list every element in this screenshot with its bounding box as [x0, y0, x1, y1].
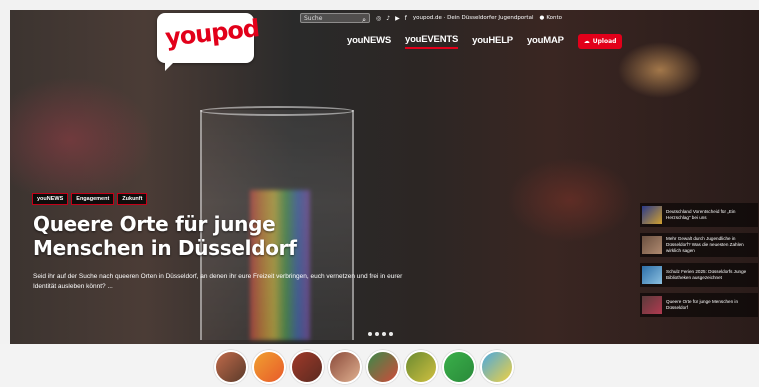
search-icon[interactable]: ⌕: [362, 15, 366, 25]
page: Suche ⌕ ◎ ♪ ▶ f youpod.de · Dein Düsseld…: [0, 0, 759, 387]
cloud-upload-icon: ☁: [583, 38, 590, 45]
sidebar-post[interactable]: Schulz Ferien 2025: Düsseldorfs Junge Bi…: [640, 263, 758, 287]
slider-dots: [368, 332, 393, 336]
post-title: Queere Orte für junge Menschen in Düssel…: [666, 299, 739, 310]
glass-rim: [200, 106, 354, 116]
sidebar-post[interactable]: Deutschland Vorentscheid für „Ein Herzsc…: [640, 203, 758, 227]
story-circle[interactable]: [290, 350, 324, 384]
hero-description: Seid ihr auf der Suche nach queeren Orte…: [33, 273, 403, 290]
slider-dot[interactable]: [389, 332, 393, 336]
story-circle[interactable]: [366, 350, 400, 384]
user-icon: ●: [539, 15, 545, 21]
account-link[interactable]: ● Konto: [540, 15, 563, 21]
youtube-icon[interactable]: ▶: [395, 15, 400, 22]
sidebar-posts: Deutschland Vorentscheid für „Ein Herzsc…: [640, 203, 758, 317]
nav-youevents[interactable]: youEVENTS: [405, 34, 458, 49]
post-thumbnail: [642, 206, 662, 224]
slider-dot[interactable]: [375, 332, 379, 336]
story-circles: [214, 350, 514, 384]
facebook-icon[interactable]: f: [405, 15, 407, 22]
story-circle[interactable]: [442, 350, 476, 384]
sidebar-post[interactable]: Queere Orte für junge Menschen in Düssel…: [640, 293, 758, 317]
hero-title[interactable]: Queere Orte für junge Menschen in Düssel…: [33, 212, 393, 260]
post-title: Deutschland Vorentscheid für „Ein Herzsc…: [666, 209, 736, 220]
story-circle[interactable]: [480, 350, 514, 384]
tag-engagement[interactable]: Engagement: [71, 193, 115, 205]
hero-tags: youNEWS Engagement Zukunft: [32, 193, 148, 205]
logo-text: youpod: [163, 14, 261, 52]
post-title: Schulz Ferien 2025: Düsseldorfs Junge Bi…: [666, 269, 747, 280]
slider-dot[interactable]: [382, 332, 386, 336]
story-circle[interactable]: [328, 350, 362, 384]
story-circle[interactable]: [404, 350, 438, 384]
tag-younews[interactable]: youNEWS: [32, 193, 69, 205]
instagram-icon[interactable]: ◎: [376, 15, 381, 22]
story-circle[interactable]: [214, 350, 248, 384]
story-circle[interactable]: [252, 350, 286, 384]
nav-younews[interactable]: youNEWS: [347, 35, 391, 48]
post-thumbnail: [642, 296, 662, 314]
tagline: youpod.de · Dein Düsseldorfer Jugendport…: [412, 15, 534, 21]
site-logo[interactable]: youpod: [157, 13, 260, 71]
social-links: ◎ ♪ ▶ f: [376, 15, 407, 22]
hero-banner[interactable]: Suche ⌕ ◎ ♪ ▶ f youpod.de · Dein Düsseld…: [10, 10, 759, 344]
post-thumbnail: [642, 236, 662, 254]
post-title: Mehr Gewalt durch Jugendliche in Düsseld…: [666, 236, 744, 253]
slider-dot[interactable]: [368, 332, 372, 336]
tag-zukunft[interactable]: Zukunft: [117, 193, 148, 205]
logo-speech-tail: [165, 61, 175, 71]
tiktok-icon[interactable]: ♪: [386, 15, 390, 22]
nav-youmap[interactable]: youMAP: [527, 35, 564, 48]
post-thumbnail: [642, 266, 662, 284]
upload-button[interactable]: ☁ Upload: [577, 34, 623, 49]
search-input[interactable]: Suche ⌕: [300, 13, 370, 25]
nav-youhelp[interactable]: youHELP: [472, 35, 513, 48]
main-nav: youNEWS youEVENTS youHELP youMAP ☁ Uploa…: [347, 34, 623, 49]
top-bar: Suche ⌕ ◎ ♪ ▶ f youpod.de · Dein Düsseld…: [300, 12, 562, 24]
sidebar-post[interactable]: Mehr Gewalt durch Jugendliche in Düsseld…: [640, 233, 758, 257]
